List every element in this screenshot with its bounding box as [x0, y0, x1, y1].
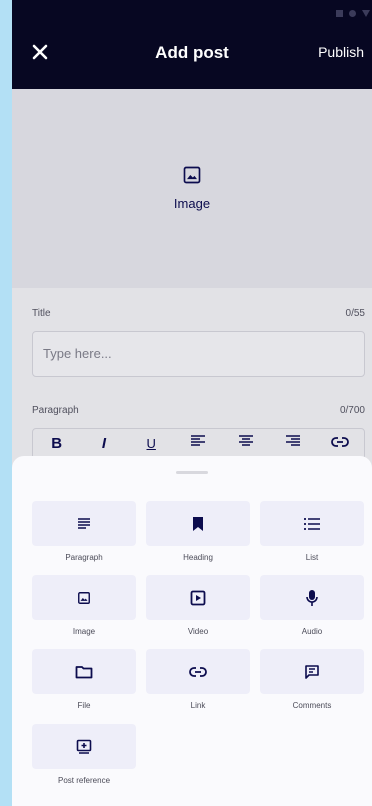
- image-icon: [78, 591, 90, 604]
- heading-tile[interactable]: [146, 501, 250, 546]
- paragraph-tile-label: Paragraph: [65, 553, 103, 562]
- insert-block-sheet: Paragraph Heading List Image Video Audio…: [12, 456, 372, 806]
- underline-button[interactable]: U: [139, 436, 163, 451]
- align-right-button[interactable]: [281, 434, 305, 452]
- link-tile-label: Link: [190, 701, 206, 710]
- comments-tile[interactable]: [260, 649, 364, 694]
- signal-icon: [336, 10, 343, 17]
- sheet-handle[interactable]: [176, 471, 208, 474]
- file-tile[interactable]: [32, 649, 136, 694]
- paragraph-label: Paragraph: [32, 405, 79, 416]
- align-center-icon: [238, 435, 253, 446]
- heading-tile-label: Heading: [183, 553, 213, 562]
- align-left-button[interactable]: [186, 434, 210, 452]
- list-icon: [304, 517, 320, 530]
- video-tile[interactable]: [146, 575, 250, 620]
- file-tile-label: File: [77, 701, 91, 710]
- microphone-icon: [306, 589, 318, 606]
- bookmark-icon: [193, 516, 203, 531]
- paragraph-icon: [78, 517, 90, 529]
- comments-tile-label: Comments: [292, 701, 332, 710]
- link-tile[interactable]: [146, 649, 250, 694]
- image-picker[interactable]: Image: [12, 89, 372, 288]
- app-bar: Add post Publish: [12, 0, 372, 89]
- comment-icon: [305, 664, 319, 679]
- phone-screen: Add post Publish Image Title 0/55 Type h…: [12, 0, 372, 806]
- post-reference-tile[interactable]: [32, 724, 136, 769]
- video-icon: [190, 590, 206, 605]
- post-reference-tile-label: Post reference: [57, 776, 111, 785]
- paragraph-tile[interactable]: [32, 501, 136, 546]
- audio-tile-label: Audio: [301, 627, 323, 636]
- bold-button[interactable]: B: [45, 435, 69, 452]
- wifi-icon: [362, 10, 370, 17]
- list-tile-label: List: [305, 553, 319, 562]
- status-icons: [336, 10, 372, 17]
- align-center-button[interactable]: [234, 434, 258, 452]
- format-toolbar: B I U: [32, 428, 365, 458]
- image-icon: [183, 166, 201, 184]
- dot-icon: [349, 10, 356, 17]
- audio-tile[interactable]: [260, 575, 364, 620]
- align-left-icon: [191, 435, 206, 446]
- link-icon: [331, 436, 350, 447]
- title-counter: 0/55: [345, 308, 365, 319]
- link-icon: [189, 666, 207, 677]
- image-tile[interactable]: [32, 575, 136, 620]
- insert-link-button[interactable]: [328, 435, 352, 452]
- list-tile[interactable]: [260, 501, 364, 546]
- folder-icon: [75, 665, 93, 678]
- publish-button[interactable]: Publish: [318, 44, 364, 60]
- title-input[interactable]: Type here...: [32, 331, 365, 377]
- image-tile-label: Image: [72, 627, 96, 636]
- align-right-icon: [286, 435, 301, 446]
- post-reference-icon: [76, 739, 92, 754]
- image-picker-label: Image: [173, 196, 211, 211]
- title-label: Title: [32, 308, 51, 319]
- italic-button[interactable]: I: [92, 435, 116, 452]
- paragraph-counter: 0/700: [339, 405, 365, 416]
- video-tile-label: Video: [187, 627, 209, 636]
